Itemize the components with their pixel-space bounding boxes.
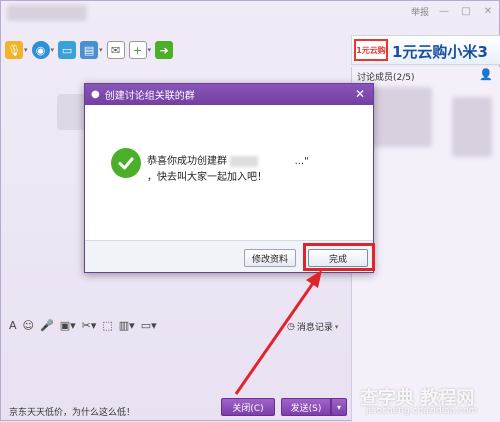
blurred-group-name — [7, 5, 87, 21]
message-suffix: ..." — [294, 156, 309, 167]
more-icon[interactable]: ▭▾ — [141, 319, 157, 332]
blurred-group-name — [230, 155, 259, 167]
ad-logo: 1元云购 — [354, 39, 388, 61]
send-options-button[interactable]: ▾ — [331, 398, 347, 416]
folder-icon: ▤ — [80, 41, 99, 59]
bottom-ad-link[interactable]: 京东天天低价，为什么这么低！ — [9, 405, 135, 418]
title-bar: 举报 — □ ✕ — [1, 1, 500, 25]
dialog-title: 创建讨论组关联的群 — [104, 91, 195, 102]
message-history-button[interactable]: ◷ 消息记录 ▾ — [287, 320, 339, 334]
exit-tool[interactable]: ➜ — [155, 41, 174, 59]
chevron-down-icon: ▾ — [24, 46, 28, 54]
screen-share-tool[interactable]: ▭ — [58, 41, 77, 59]
dialog-title-bar: ● 创建讨论组关联的群 — [85, 84, 373, 105]
screenshot-icon[interactable]: ✂▾ — [82, 319, 97, 332]
watermark-url: jiaocheng.chazidian.com — [366, 406, 478, 416]
video-icon: ◉ — [31, 41, 50, 59]
history-label: 消息记录 — [296, 323, 333, 333]
chevron-down-icon: ▾ — [334, 322, 339, 331]
edit-toolbar: A ☺ 🎤 ▣▾ ✂▾ ⬚ ▥▾ ▭▾ — [9, 319, 157, 332]
file-tool[interactable]: ▤ ▾ — [80, 41, 103, 59]
send-button[interactable]: 发送(S) — [281, 398, 331, 416]
add-member-icon[interactable]: 👤 — [479, 68, 493, 81]
screen-share-icon: ▭ — [58, 41, 77, 59]
highlight-box — [303, 243, 375, 271]
chevron-down-icon: ▾ — [99, 46, 103, 54]
exit-icon: ➜ — [155, 41, 174, 59]
emoji-icon[interactable]: ☺ — [23, 319, 34, 332]
chevron-down-icon: ▾ — [50, 46, 55, 54]
members-count-label: 讨论成员(2/5) — [357, 73, 415, 83]
video-tool[interactable]: ◉ ▾ — [31, 41, 55, 59]
report-link[interactable]: 举报 — [411, 5, 429, 18]
chat-toolbar: 🎙 ▾ ◉ ▾ ▭ ▤ ▾ ✉ + ▾ ➜ — [5, 41, 174, 59]
email-tool[interactable]: ✉ — [106, 41, 125, 59]
close-window-button[interactable]: ✕ — [481, 6, 495, 18]
clock-icon: ◷ — [287, 321, 295, 332]
edit-info-button[interactable]: 修改资料 — [244, 249, 296, 267]
message-input[interactable] — [1, 336, 351, 396]
maximize-button[interactable]: □ — [459, 6, 473, 18]
voice-message-icon[interactable]: 🎤 — [40, 319, 54, 332]
app-tool[interactable]: + ▾ — [128, 41, 152, 59]
image-icon[interactable]: ▣▾ — [60, 319, 76, 332]
chevron-down-icon: ▾ — [147, 46, 152, 54]
app-icon: + — [128, 41, 147, 59]
dialog-close-button[interactable]: ✕ — [353, 87, 367, 101]
success-check-icon — [111, 148, 141, 178]
minimize-button[interactable]: — — [437, 6, 451, 18]
chart-icon[interactable]: ▥▾ — [119, 319, 135, 332]
success-message-line1: 恭喜你成功创建群 ..." — [147, 152, 309, 167]
ad-headline: 1元云购小米3 — [392, 43, 488, 61]
penguin-icon: ● — [91, 89, 100, 100]
message-text: 恭喜你成功创建群 — [147, 156, 227, 167]
success-message-line2: ，快去叫大家一起加入吧！ — [147, 172, 267, 183]
blurred-member-list — [452, 97, 492, 157]
ad-banner[interactable]: 1元云购 1元云购小米3 — [351, 35, 500, 65]
close-button[interactable]: 关闭(C) — [221, 398, 275, 416]
font-icon[interactable]: A — [9, 319, 17, 332]
microphone-icon: 🎙 — [5, 41, 23, 59]
email-icon: ✉ — [106, 41, 125, 59]
voice-tool[interactable]: 🎙 ▾ — [5, 41, 28, 59]
doodle-icon[interactable]: ⬚ — [102, 319, 112, 332]
